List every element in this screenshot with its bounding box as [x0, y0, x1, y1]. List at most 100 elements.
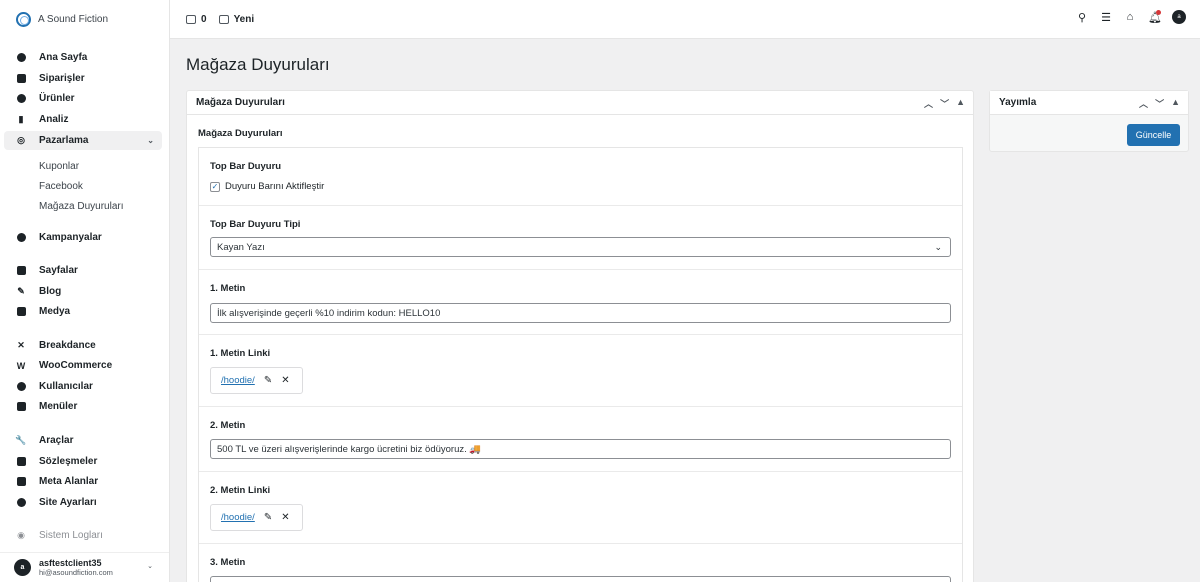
text-3-input[interactable] — [210, 576, 951, 582]
field-label: 1. Metin Linki — [210, 348, 271, 359]
meta-icon — [16, 477, 26, 487]
collapse-toggle-icon[interactable]: ▲ — [1171, 97, 1180, 110]
sidebar-item-analiz[interactable]: ▮ Analiz — [4, 110, 162, 129]
settings-icon — [16, 498, 26, 508]
sidebar-item-urunler[interactable]: Ürünler — [4, 89, 162, 108]
field-label: 2. Metin Linki — [210, 485, 271, 496]
field-text-2: 2. Metin 500 TL ve üzeri alışverişlerind… — [199, 407, 962, 472]
media-icon — [16, 307, 26, 317]
sidebar: A Sound Fiction Ana Sayfa Siparişler Ürü… — [0, 0, 170, 582]
sidebar-item-menuler[interactable]: Menüler — [4, 397, 162, 416]
comment-icon — [186, 14, 196, 24]
chevron-down-icon: ⌄ — [934, 242, 942, 252]
collapse-toggle-icon[interactable]: ▲ — [956, 97, 965, 110]
sidebar-item-kullanicilar[interactable]: Kullanıcılar — [4, 377, 162, 396]
wrench-icon: 🔧 — [15, 435, 27, 445]
contracts-icon — [16, 457, 26, 467]
topbar: 0 Yeni ⚲ ☰ ⌂ 🔔︎ a — [170, 0, 1200, 39]
sidebar-item-ana-sayfa[interactable]: Ana Sayfa — [4, 48, 162, 67]
notification-dot — [1156, 9, 1161, 15]
text-1-input[interactable]: İlk alışverişinde geçerli %10 indirim ko… — [210, 303, 951, 323]
checkmark-icon: ✓ — [210, 181, 220, 192]
submenu-kuponlar[interactable]: Kuponlar — [39, 161, 79, 172]
text-2-input[interactable]: 500 TL ve üzeri alışverişlerinde kargo ü… — [210, 439, 951, 459]
submenu-magaza-duyurulari[interactable]: Mağaza Duyuruları — [39, 201, 123, 212]
avatar: a — [14, 559, 31, 576]
chevron-down-icon[interactable]: ﹀ — [940, 97, 949, 110]
sidebar-item-araclar[interactable]: 🔧 Araçlar — [4, 431, 162, 450]
edit-icon[interactable]: ✎ — [264, 375, 272, 386]
link-2-box: /hoodie/ ✎ ✕ — [210, 504, 303, 531]
field-label: Top Bar Duyuru Tipi — [210, 219, 301, 230]
home-icon[interactable]: ⌂ — [1124, 11, 1136, 23]
field-label: 2. Metin — [210, 420, 246, 431]
sidebar-item-sayfalar[interactable]: Sayfalar — [4, 261, 162, 280]
update-button[interactable]: Güncelle — [1127, 124, 1180, 146]
chevron-down-icon[interactable]: ﹀ — [1155, 97, 1164, 110]
pen-icon: ✎ — [17, 286, 25, 296]
edit-icon[interactable]: ✎ — [264, 512, 272, 523]
submenu-facebook[interactable]: Facebook — [39, 181, 83, 192]
box-title: Yayımla — [999, 97, 1037, 108]
link-2-url[interactable]: /hoodie/ — [221, 512, 255, 523]
field-label: 1. Metin — [210, 283, 246, 294]
type-select[interactable]: Kayan Yazı ⌄ — [210, 237, 951, 257]
field-top-bar: Top Bar Duyuru ✓ Duyuru Barını Aktifleşt… — [199, 148, 962, 206]
tag-icon — [16, 94, 26, 104]
menus-icon — [16, 402, 26, 412]
marketing-icon: ◎ — [17, 135, 25, 145]
field-label: Top Bar Duyuru — [210, 161, 282, 172]
chart-icon: ▮ — [18, 114, 24, 124]
close-icon[interactable]: ✕ — [281, 512, 289, 523]
page-title: Mağaza Duyuruları — [186, 55, 330, 74]
breakdance-icon: ✕ — [17, 340, 25, 350]
chevron-down-icon: ⌄ — [147, 136, 154, 145]
avatar[interactable]: a — [1172, 10, 1186, 24]
publish-box: Yayımla ︿ ﹀ ▲ Güncelle — [989, 90, 1189, 152]
field-link-2: 2. Metin Linki /hoodie/ ✎ ✕ — [199, 472, 962, 544]
field-link-1: 1. Metin Linki /hoodie/ ✎ ✕ — [199, 335, 962, 407]
sidebar-item-sistem-loglari[interactable]: ◉ Sistem Logları — [4, 526, 162, 545]
sidebar-item-pazarlama[interactable]: ◎ Pazarlama ⌄ — [4, 131, 162, 150]
sidebar-item-meta-alanlar[interactable]: Meta Alanlar — [4, 472, 162, 491]
sidebar-item-siparisler[interactable]: Siparişler — [4, 69, 162, 88]
home-icon — [16, 53, 26, 63]
new-label: Yeni — [233, 13, 255, 25]
campaign-icon — [16, 233, 26, 243]
comments-button[interactable]: 0 — [186, 14, 207, 25]
link-1-box: /hoodie/ ✎ ✕ — [210, 367, 303, 394]
sidebar-item-sozlesmeler[interactable]: Sözleşmeler — [4, 452, 162, 471]
sidebar-item-kampanyalar[interactable]: Kampanyalar — [4, 228, 162, 247]
sliders-icon[interactable]: ☰ — [1100, 11, 1112, 24]
users-icon — [16, 382, 26, 392]
sidebar-item-woocommerce[interactable]: W WooCommerce — [4, 356, 162, 375]
brand[interactable]: A Sound Fiction — [0, 0, 169, 38]
activate-banner-checkbox[interactable]: ✓ Duyuru Barını Aktifleştir — [210, 181, 324, 192]
box-title: Mağaza Duyuruları — [196, 97, 285, 108]
close-icon[interactable]: ✕ — [281, 375, 289, 386]
woo-icon: W — [16, 360, 26, 371]
field-type: Top Bar Duyuru Tipi Kayan Yazı ⌄ — [199, 206, 962, 270]
new-button[interactable]: Yeni — [218, 13, 255, 25]
sidebar-item-blog[interactable]: ✎ Blog — [4, 282, 162, 301]
chevron-up-icon[interactable]: ︿ — [924, 97, 933, 110]
new-content-icon — [218, 14, 229, 24]
comments-count: 0 — [201, 13, 207, 25]
field-text-1: 1. Metin İlk alışverişinde geçerli %10 i… — [199, 270, 962, 335]
search-icon[interactable]: ⚲ — [1076, 11, 1088, 24]
fields-group: Top Bar Duyuru ✓ Duyuru Barını Aktifleşt… — [198, 147, 963, 582]
brand-logo-icon — [16, 11, 31, 27]
sidebar-item-site-ayarlari[interactable]: Site Ayarları — [4, 493, 162, 512]
chevron-down-icon[interactable]: ⌄ — [147, 562, 153, 570]
user-email: hi@asoundfiction.com — [39, 568, 113, 577]
chevron-up-icon[interactable]: ︿ — [1139, 97, 1148, 110]
user-menu[interactable]: a asftestclient35 hi@asoundfiction.com ⌄ — [0, 552, 169, 582]
field-label: 3. Metin — [210, 557, 246, 568]
sidebar-item-medya[interactable]: Medya — [4, 302, 162, 321]
orders-icon — [16, 74, 26, 84]
bell-icon[interactable]: 🔔︎ — [1148, 9, 1162, 24]
field-text-3: 3. Metin — [199, 544, 962, 582]
sidebar-item-breakdance[interactable]: ✕ Breakdance — [4, 336, 162, 355]
link-1-url[interactable]: /hoodie/ — [221, 375, 255, 386]
logs-icon: ◉ — [17, 530, 25, 540]
